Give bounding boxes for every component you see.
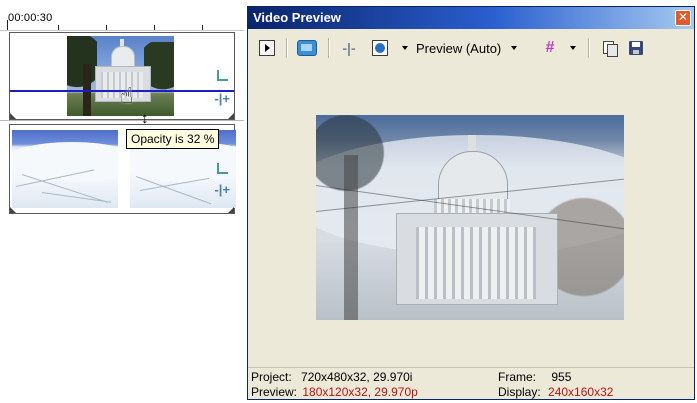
frame-label: Frame: <box>498 370 537 384</box>
preview-quality-label: Preview (Auto) <box>416 40 502 56</box>
preview-label: Preview: <box>251 385 298 399</box>
frame-value: 955 <box>551 370 572 384</box>
chevron-down-icon <box>511 46 518 50</box>
copy-snapshot-icon <box>603 41 618 57</box>
tree-shape <box>67 36 97 116</box>
overlay-icon <box>372 40 388 56</box>
fade-in-handle[interactable] <box>10 113 16 119</box>
grid-dropdown[interactable] <box>568 38 578 58</box>
window-title-bar[interactable]: Video Preview <box>248 7 694 29</box>
fade-out-handle[interactable] <box>228 207 234 213</box>
close-icon[interactable]: ✕ <box>675 10 691 26</box>
ruler-tick <box>154 25 155 30</box>
select-button[interactable] <box>258 38 276 58</box>
project-label: Project: <box>251 370 292 384</box>
grid-button[interactable]: # <box>540 38 560 58</box>
ruler-tick <box>202 25 203 30</box>
hand-cursor-icon: ☝ <box>120 83 134 108</box>
video-preview-window: Video Preview ✕ -|- Preview (Auto) # Pro… <box>247 6 695 400</box>
preview-toolbar: -|- Preview (Auto) # <box>248 33 694 63</box>
copy-snapshot-button[interactable] <box>600 38 620 58</box>
overlay-dropdown[interactable] <box>400 38 410 58</box>
split-screen-icon: -|- <box>342 40 356 56</box>
window-title: Video Preview <box>253 10 341 25</box>
event-pan-crop-icon[interactable] <box>217 70 228 81</box>
status-row-preview: Preview: 180x120x32, 29.970p <box>251 385 418 400</box>
split-screen-button[interactable]: -|- <box>338 38 360 58</box>
fade-out-handle[interactable] <box>228 113 234 119</box>
event-fx-icon[interactable]: -|+ <box>214 91 230 106</box>
capitol-columns <box>416 227 536 299</box>
preview-status-bar: Project: 720x480x32, 29.970i Preview: 18… <box>248 367 694 400</box>
monitor-icon <box>297 40 317 56</box>
chevron-down-icon <box>570 46 576 50</box>
grid-icon: # <box>545 39 555 56</box>
status-row-frame: Frame: 955 <box>498 370 571 385</box>
status-row-project: Project: 720x480x32, 29.970i <box>251 370 412 385</box>
ruler-tick <box>58 25 59 30</box>
toolbar-separator <box>328 38 330 58</box>
project-value: 720x480x32, 29.970i <box>301 370 413 384</box>
event-fx-icon[interactable]: -|+ <box>214 182 230 197</box>
display-value: 240x160x32 <box>548 385 614 399</box>
capitol-dome <box>111 46 135 68</box>
preview-value: 180x120x32, 29.970p <box>302 385 418 399</box>
display-label: Display: <box>498 385 541 399</box>
snow-clip-thumbnail[interactable] <box>12 130 118 208</box>
chevron-down-icon <box>402 46 408 50</box>
ruler-tick <box>106 25 107 30</box>
ski-track <box>41 192 112 203</box>
ruler-tick <box>7 20 8 30</box>
preview-quality-dropdown[interactable]: Preview (Auto) <box>416 38 528 58</box>
time-ruler[interactable]: 00:00:30 <box>0 0 244 31</box>
status-row-display: Display: 240x160x32 <box>498 385 613 400</box>
fade-in-handle[interactable] <box>10 207 16 213</box>
save-snapshot-icon <box>629 41 643 55</box>
event-pan-crop-icon[interactable] <box>217 163 228 174</box>
toolbar-separator <box>588 38 590 58</box>
preview-video-frame[interactable] <box>316 115 624 320</box>
track-divider[interactable] <box>0 120 244 121</box>
timeline-panel: 00:00:30 ☝ -|+ ↕ -|+ Opacity is 32 % <box>0 0 244 220</box>
select-icon <box>259 40 275 56</box>
tree-trunk <box>344 155 358 320</box>
video-track-1[interactable]: ☝ -|+ <box>9 32 235 120</box>
ruler-time-label: 00:00:30 <box>8 12 53 24</box>
toolbar-separator <box>286 38 288 58</box>
save-snapshot-button[interactable] <box>626 38 646 58</box>
opacity-tooltip: Opacity is 32 % <box>126 129 220 149</box>
external-monitor-button[interactable] <box>296 38 318 58</box>
overlay-button[interactable] <box>370 38 390 58</box>
